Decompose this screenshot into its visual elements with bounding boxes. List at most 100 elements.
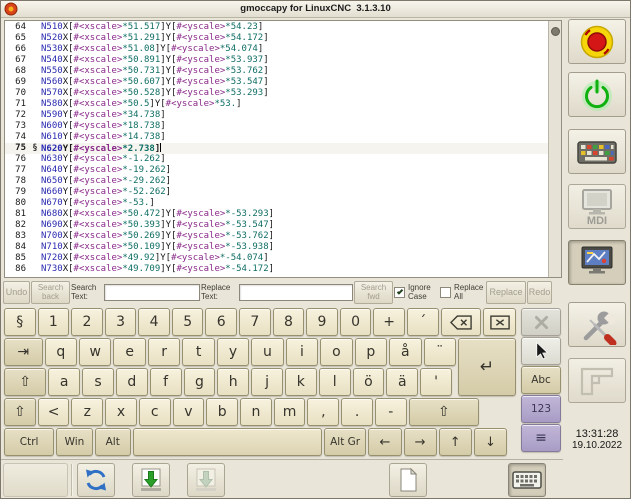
undo-button[interactable]: Undo: [3, 281, 30, 304]
key-a[interactable]: a: [48, 368, 80, 396]
replace-all-checkbox-box[interactable]: [440, 287, 451, 298]
scrollbar-thumb[interactable]: [551, 27, 560, 36]
estop-button[interactable]: [568, 19, 626, 64]
shift-left-key[interactable]: ⇧: [4, 398, 36, 426]
key-0[interactable]: 0: [340, 308, 372, 336]
ignore-case-checkbox-box[interactable]: [394, 287, 405, 298]
gcode-line-74[interactable]: 74N610Y[#<yscale>*14.738]: [5, 132, 548, 143]
key-b[interactable]: b: [206, 398, 238, 426]
key-å[interactable]: å: [389, 338, 421, 366]
altgr-key[interactable]: Alt Gr: [324, 428, 367, 456]
key-f[interactable]: f: [150, 368, 182, 396]
key-period[interactable]: .: [341, 398, 373, 426]
ctrl-key[interactable]: Ctrl: [4, 428, 54, 456]
key-s[interactable]: s: [82, 368, 114, 396]
save-button[interactable]: [132, 463, 170, 497]
replace-button[interactable]: Replace: [486, 281, 526, 304]
win-key[interactable]: Win: [56, 428, 92, 456]
search-text-input[interactable]: [104, 284, 200, 301]
backspace-key[interactable]: [441, 308, 481, 336]
gcode-line-83[interactable]: 83N700X[#<xscale>*50.269]Y[#<yscale>*-53…: [5, 231, 548, 242]
gcode-line-69[interactable]: 69N560X[#<xscale>*50.607]Y[#<yscale>*53.…: [5, 77, 548, 88]
keyboard-button[interactable]: [568, 129, 626, 174]
key-h[interactable]: h: [217, 368, 249, 396]
arrow-up-key[interactable]: ↑: [439, 428, 472, 456]
key-minus[interactable]: -: [375, 398, 407, 426]
key-c[interactable]: c: [139, 398, 171, 426]
arrow-left-key[interactable]: ←: [368, 428, 401, 456]
arrow-down-key[interactable]: ↓: [474, 428, 507, 456]
key-n[interactable]: n: [240, 398, 272, 426]
key-u[interactable]: u: [251, 338, 283, 366]
reload-button[interactable]: [77, 463, 115, 497]
key-3[interactable]: 3: [105, 308, 137, 336]
key-j[interactable]: j: [251, 368, 283, 396]
key-g[interactable]: g: [184, 368, 216, 396]
key-r[interactable]: r: [148, 338, 180, 366]
gcode-line-86[interactable]: 86N730X[#<xscale>*49.709]Y[#<yscale>*-54…: [5, 264, 548, 275]
search-back-button[interactable]: Search back: [31, 281, 70, 304]
gcode-editor[interactable]: 64N510X[#<xscale>*51.517]Y[#<yscale>*54.…: [4, 20, 562, 278]
key-plus[interactable]: +: [373, 308, 405, 336]
replace-text-input[interactable]: [239, 284, 353, 301]
key-7[interactable]: 7: [239, 308, 271, 336]
tab-key[interactable]: ⇥: [4, 338, 43, 366]
abc-key[interactable]: Abc: [521, 366, 561, 394]
gcode-line-73[interactable]: 73N600Y[#<yscale>*18.738]: [5, 121, 548, 132]
toolbar-spacer-button[interactable]: [3, 463, 68, 497]
key-2[interactable]: 2: [71, 308, 103, 336]
tool-measurement-button[interactable]: [568, 358, 626, 403]
power-button[interactable]: [568, 72, 626, 117]
key-t[interactable]: t: [182, 338, 214, 366]
gcode-line-75[interactable]: 75§N620Y[#<yscale>*2.738]: [5, 143, 548, 154]
key-section[interactable]: §: [4, 308, 36, 336]
gcode-line-77[interactable]: 77N640Y[#<yscale>*-19.262]: [5, 165, 548, 176]
gcode-line-64[interactable]: 64N510X[#<xscale>*51.517]Y[#<yscale>*54.…: [5, 22, 548, 33]
delete-key[interactable]: [483, 308, 516, 336]
gcode-line-67[interactable]: 67N540X[#<xscale>*50.891]Y[#<yscale>*53.…: [5, 55, 548, 66]
gcode-line-72[interactable]: 72N590Y[#<yscale>*34.738]: [5, 110, 548, 121]
gcode-line-66[interactable]: 66N530X[#<xscale>*51.08]Y[#<yscale>*54.0…: [5, 44, 548, 55]
search-forward-button[interactable]: Search fwd: [354, 281, 393, 304]
key-1[interactable]: 1: [38, 308, 70, 336]
key-q[interactable]: q: [45, 338, 77, 366]
ignore-case-checkbox[interactable]: Ignore Case: [394, 284, 439, 301]
key-v[interactable]: v: [173, 398, 205, 426]
key-z[interactable]: z: [71, 398, 103, 426]
key-x[interactable]: x: [105, 398, 137, 426]
key-p[interactable]: p: [355, 338, 387, 366]
menu-key[interactable]: ≡: [521, 424, 561, 452]
key-ö[interactable]: ö: [353, 368, 385, 396]
move-keyboard-key[interactable]: [521, 308, 561, 336]
pointer-key[interactable]: [521, 337, 561, 365]
gcode-line-84[interactable]: 84N710X[#<xscale>*50.109]Y[#<yscale>*-53…: [5, 242, 548, 253]
graphics-button[interactable]: [568, 240, 626, 285]
gcode-line-80[interactable]: 80N670Y[#<yscale>*-53.]: [5, 198, 548, 209]
key-comma[interactable]: ,: [307, 398, 339, 426]
gcode-line-76[interactable]: 76N630Y[#<yscale>*-1.262]: [5, 154, 548, 165]
editor-scrollbar[interactable]: [548, 21, 561, 277]
key-9[interactable]: 9: [306, 308, 338, 336]
gcode-line-78[interactable]: 78N650Y[#<yscale>*-29.262]: [5, 176, 548, 187]
gcode-line-82[interactable]: 82N690X[#<xscale>*50.393]Y[#<yscale>*-53…: [5, 220, 548, 231]
key-apostrophe[interactable]: ': [420, 368, 452, 396]
enter-key[interactable]: ↵: [458, 338, 516, 396]
key-4[interactable]: 4: [138, 308, 170, 336]
key-i[interactable]: i: [286, 338, 318, 366]
key-o[interactable]: o: [320, 338, 352, 366]
mdi-button[interactable]: MDI: [568, 184, 626, 229]
gcode-line-68[interactable]: 68N550X[#<xscale>*50.731]Y[#<yscale>*53.…: [5, 66, 548, 77]
key-y[interactable]: y: [217, 338, 249, 366]
key-k[interactable]: k: [285, 368, 317, 396]
gcode-line-70[interactable]: 70N570X[#<xscale>*50.528]Y[#<yscale>*53.…: [5, 88, 548, 99]
gcode-line-71[interactable]: 71N580X[#<xscale>*50.5]Y[#<yscale>*53.]: [5, 99, 548, 110]
gcode-line-85[interactable]: 85N720X[#<xscale>*49.92]Y[#<yscale>*-54.…: [5, 253, 548, 264]
arrow-right-key[interactable]: →: [404, 428, 437, 456]
alt-key[interactable]: Alt: [95, 428, 131, 456]
replace-all-checkbox[interactable]: Replace All: [440, 284, 485, 301]
key-8[interactable]: 8: [273, 308, 305, 336]
space-key[interactable]: [133, 428, 322, 456]
keyboard-toggle-button[interactable]: [508, 463, 546, 497]
caps-key[interactable]: ⇧: [4, 368, 46, 396]
key-w[interactable]: w: [79, 338, 111, 366]
